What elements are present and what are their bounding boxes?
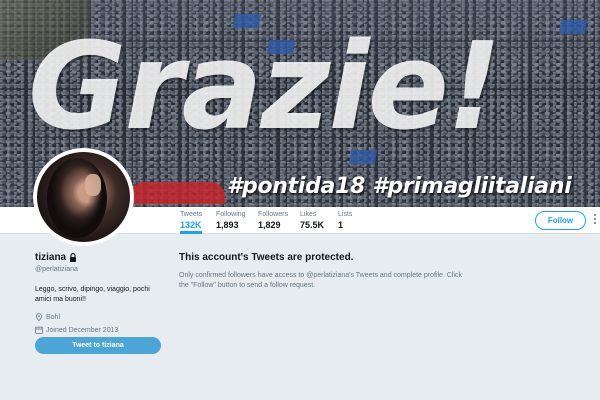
joined-text: Joined December 2013 xyxy=(46,326,119,334)
protected-title: This account's Tweets are protected. xyxy=(179,252,354,263)
stat-likes[interactable]: Likes 75.5K xyxy=(300,211,324,230)
stat-following[interactable]: Following 1,893 xyxy=(216,211,246,230)
profile-joined: Joined December 2013 xyxy=(35,326,165,334)
profile-bio: Leggo, scrivo, dipingo, viaggio, pochi a… xyxy=(35,286,150,303)
stat-value: 1,893 xyxy=(216,220,239,230)
location-pin-icon xyxy=(35,313,43,321)
follow-button[interactable]: Follow xyxy=(535,211,586,230)
stat-value: 132K xyxy=(180,220,202,230)
profile-location: Bohl xyxy=(35,313,165,321)
avatar-hair xyxy=(47,158,107,238)
stat-value: 75.5K xyxy=(300,220,325,230)
banner-headline: Grazie! xyxy=(28,18,502,157)
avatar[interactable] xyxy=(33,148,134,246)
calendar-icon xyxy=(35,326,43,334)
banner-hashtags: #pontida18 #primagliitaliani xyxy=(227,174,572,199)
protected-notice: This account's Tweets are protected. Onl… xyxy=(179,252,469,291)
profile-handle[interactable]: @perlatiziana xyxy=(35,266,165,273)
stat-tweets[interactable]: Tweets 132K xyxy=(180,211,203,234)
profile-name[interactable]: tiziana xyxy=(35,252,66,263)
stat-label: Lists xyxy=(338,211,353,218)
stat-label: Followers xyxy=(258,211,288,218)
stat-value: 1 xyxy=(338,220,344,230)
more-options-icon[interactable] xyxy=(593,213,597,227)
tweet-to-button[interactable]: Tweet to tiziana xyxy=(35,337,161,354)
stat-label: Likes xyxy=(300,211,317,218)
avatar-hand xyxy=(85,174,101,196)
lock-icon xyxy=(70,253,77,262)
protected-body: Only confirmed followers have access to … xyxy=(179,272,462,289)
stat-lists[interactable]: Lists 1 xyxy=(338,211,352,230)
location-text: Bohl xyxy=(46,313,61,321)
stat-followers[interactable]: Followers 1,829 xyxy=(258,211,288,230)
stat-value: 1,829 xyxy=(258,220,281,230)
stat-label: Following xyxy=(216,211,246,218)
stat-label: Tweets xyxy=(180,211,203,218)
profile-card: tiziana @perlatiziana Leggo, scrivo, dip… xyxy=(35,252,165,334)
red-banner-decoration xyxy=(130,182,225,204)
flag-decoration xyxy=(558,20,588,34)
